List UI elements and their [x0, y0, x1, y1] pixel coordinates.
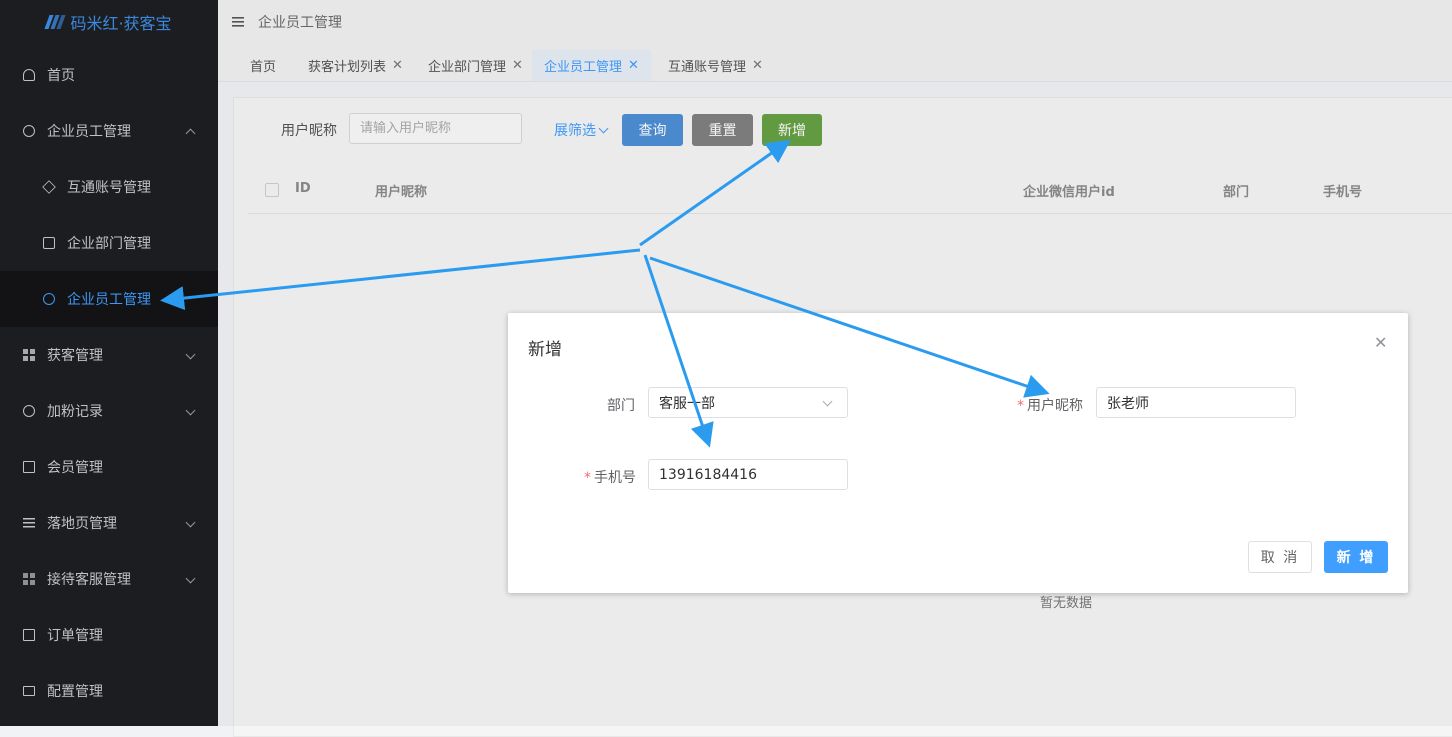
department-select-value: 客服一部 — [659, 395, 715, 412]
nickname-field-label: * 用户昵称 — [1017, 395, 1083, 415]
add-employee-dialog: 新增 ✕ 部门 客服一部 * 用户昵称 张老师 * 手机号 13916184416 … — [508, 313, 1408, 593]
close-icon[interactable]: ✕ — [1374, 335, 1387, 351]
required-mark: * — [1017, 398, 1024, 414]
phone-field[interactable]: 13916184416 — [648, 459, 848, 490]
chevron-down-icon — [822, 396, 833, 407]
dialog-title: 新增 — [528, 340, 562, 360]
nickname-field-value: 张老师 — [1107, 395, 1149, 412]
phone-label-text: 手机号 — [594, 470, 636, 486]
nickname-label-text: 用户昵称 — [1027, 398, 1083, 414]
submit-add-button[interactable]: 新 增 — [1324, 541, 1388, 573]
phone-field-value: 13916184416 — [659, 466, 757, 483]
cancel-button[interactable]: 取 消 — [1248, 541, 1312, 573]
phone-field-label: * 手机号 — [584, 467, 636, 487]
required-mark: * — [584, 470, 591, 486]
department-select[interactable]: 客服一部 — [648, 387, 848, 418]
nickname-field[interactable]: 张老师 — [1096, 387, 1296, 418]
department-label: 部门 — [607, 398, 635, 414]
